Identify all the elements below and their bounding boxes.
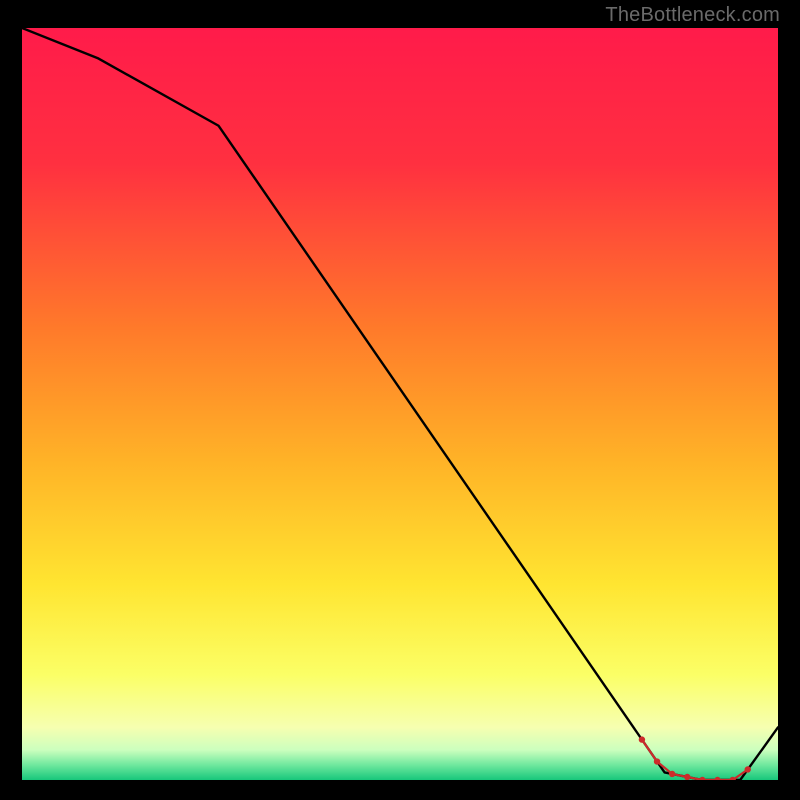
heatmap-background <box>22 28 778 780</box>
marker-dot <box>745 766 751 772</box>
chart-stage: TheBottleneck.com <box>0 0 800 800</box>
chart-plot <box>22 28 778 780</box>
marker-dot <box>669 771 675 777</box>
watermark-label: TheBottleneck.com <box>605 4 780 27</box>
marker-dot <box>654 758 660 764</box>
marker-dot <box>639 736 645 742</box>
marker-dot <box>684 774 690 780</box>
chart-svg <box>22 28 778 780</box>
